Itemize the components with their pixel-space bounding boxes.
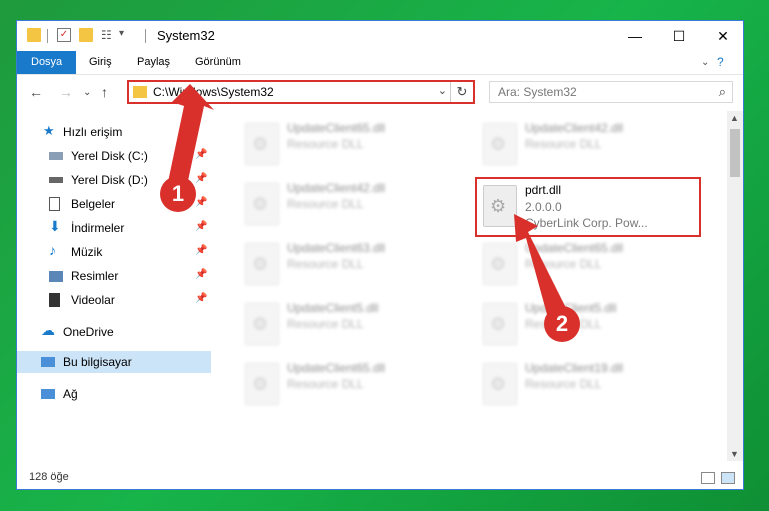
step-badge-1: 1	[160, 176, 196, 212]
arrow-to-address-bar	[168, 84, 214, 190]
step-badge-2: 2	[544, 306, 580, 342]
annotation-arrows	[168, 84, 566, 318]
arrow-to-pdrt-file	[514, 214, 566, 318]
